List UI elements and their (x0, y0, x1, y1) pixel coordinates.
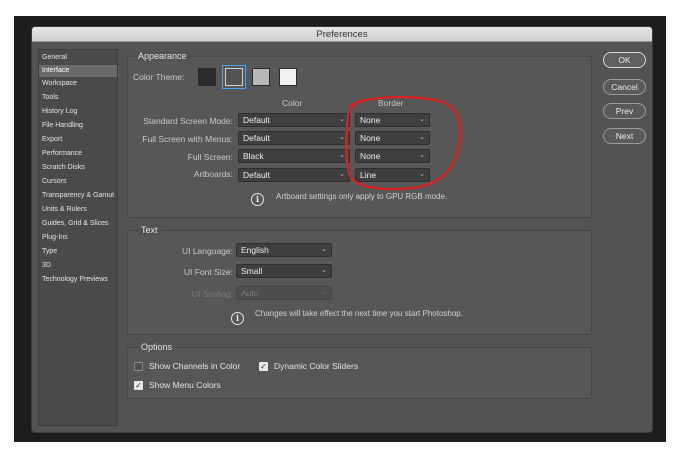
full-screen-menus-border-select[interactable]: None ⌄ (355, 131, 430, 145)
ui-font-size-label: UI Font Size: (183, 267, 233, 277)
next-button[interactable]: Next (603, 128, 646, 144)
options-group-title: Options (138, 342, 176, 352)
text-group-title: Text (138, 225, 161, 235)
full-screen-menus-color-value: Default (243, 133, 270, 143)
chevron-down-icon: ⌄ (339, 152, 345, 159)
full-screen-color-value: Black (243, 151, 264, 161)
sidebar-item-performance[interactable]: Performance (39, 148, 117, 160)
cancel-button[interactable]: Cancel (603, 79, 646, 95)
sidebar-item-3d[interactable]: 3D (39, 260, 117, 272)
artboards-color-select[interactable]: Default ⌄ (238, 168, 350, 182)
full-screen-menus-color-select[interactable]: Default ⌄ (238, 131, 350, 145)
info-icon: i (251, 193, 264, 206)
show-channels-checkbox[interactable] (134, 362, 143, 371)
appearance-group-title: Appearance (135, 51, 190, 61)
sidebar-item-scratch-disks[interactable]: Scratch Disks (39, 162, 117, 174)
chevron-down-icon: ⌄ (339, 134, 345, 141)
ui-language-select[interactable]: English ⌄ (236, 243, 332, 257)
theme-swatch-darkest[interactable] (198, 68, 216, 86)
ui-scaling-label: UI Scaling: (191, 289, 233, 299)
sidebar-item-technology-previews[interactable]: Technology Previews (39, 274, 117, 286)
chevron-down-icon: ⌄ (339, 171, 345, 178)
standard-screen-border-value: None (360, 115, 381, 125)
ui-scaling-value: Auto (241, 288, 259, 298)
full-screen-menus-border-value: None (360, 133, 381, 143)
sidebar-item-units-rulers[interactable]: Units & Rulers (39, 204, 117, 216)
ok-button[interactable]: OK (603, 52, 646, 68)
full-screen-label: Full Screen: (187, 152, 233, 162)
checkmark-icon: ✓ (260, 362, 267, 371)
prev-button[interactable]: Prev (603, 103, 646, 119)
chevron-down-icon: ⌄ (321, 267, 327, 274)
standard-screen-mode-label: Standard Screen Mode: (143, 116, 233, 126)
chevron-down-icon: ⌄ (419, 152, 425, 159)
options-group (127, 347, 592, 399)
border-column-header: Border (378, 98, 404, 108)
full-screen-color-select[interactable]: Black ⌄ (238, 149, 350, 163)
color-theme-label: Color Theme: (133, 72, 185, 82)
artboards-border-value: Line (360, 170, 377, 180)
sidebar-item-history-log[interactable]: History Log (39, 106, 117, 118)
standard-screen-color-select[interactable]: Default ⌄ (238, 113, 350, 127)
sidebar-item-cursors[interactable]: Cursors (39, 176, 117, 188)
theme-swatch-medium[interactable] (252, 68, 270, 86)
color-column-header: Color (282, 98, 303, 108)
chevron-down-icon: ⌄ (419, 134, 425, 141)
preferences-dialog: Preferences General Interface Workspace … (31, 26, 653, 433)
artboards-border-select[interactable]: Line ⌄ (355, 168, 430, 182)
ui-language-value: English (241, 245, 269, 255)
artboard-note: Artboard settings only apply to GPU RGB … (276, 192, 448, 201)
sidebar-item-workspace[interactable]: Workspace (39, 78, 117, 90)
chevron-down-icon: ⌄ (339, 116, 345, 123)
dynamic-sliders-label[interactable]: Dynamic Color Sliders (274, 361, 358, 371)
sidebar-item-interface[interactable]: Interface (39, 65, 117, 77)
sidebar-item-tools[interactable]: Tools (39, 92, 117, 104)
sidebar-item-guides-grid-slices[interactable]: Guides, Grid & Slices (39, 218, 117, 230)
standard-screen-border-select[interactable]: None ⌄ (355, 113, 430, 127)
full-screen-border-value: None (360, 151, 381, 161)
chevron-down-icon: ⌄ (321, 289, 327, 296)
ui-font-size-select[interactable]: Small ⌄ (236, 264, 332, 278)
show-channels-label[interactable]: Show Channels in Color (149, 361, 240, 371)
checkmark-icon: ✓ (135, 381, 142, 390)
theme-swatch-light[interactable] (279, 68, 297, 86)
sidebar-item-general[interactable]: General (39, 52, 117, 64)
full-screen-border-select[interactable]: None ⌄ (355, 149, 430, 163)
artboards-label: Artboards: (193, 169, 233, 179)
restart-note: Changes will take effect the next time y… (255, 309, 463, 318)
chevron-down-icon: ⌄ (419, 171, 425, 178)
ui-scaling-select: Auto ⌄ (236, 286, 332, 300)
show-menu-colors-checkbox[interactable]: ✓ (134, 381, 143, 390)
artboards-color-value: Default (243, 170, 270, 180)
info-icon: i (231, 312, 244, 325)
category-sidebar: General Interface Workspace Tools Histor… (38, 49, 118, 426)
theme-swatch-dark[interactable] (225, 68, 243, 86)
ui-font-size-value: Small (241, 266, 263, 276)
full-screen-menus-label: Full Screen with Menus: (142, 134, 233, 144)
chevron-down-icon: ⌄ (321, 246, 327, 253)
sidebar-item-file-handling[interactable]: File Handling (39, 120, 117, 132)
sidebar-item-type[interactable]: Type (39, 246, 117, 258)
sidebar-item-transparency-gamut[interactable]: Transparency & Gamut (39, 190, 117, 202)
dynamic-sliders-checkbox[interactable]: ✓ (259, 362, 268, 371)
ui-language-label: UI Language: (181, 246, 233, 256)
sidebar-item-plug-ins[interactable]: Plug-Ins (39, 232, 117, 244)
sidebar-item-export[interactable]: Export (39, 134, 117, 146)
show-menu-colors-label[interactable]: Show Menu Colors (149, 380, 221, 390)
chevron-down-icon: ⌄ (419, 116, 425, 123)
standard-screen-color-value: Default (243, 115, 270, 125)
dialog-title: Preferences (32, 27, 652, 42)
